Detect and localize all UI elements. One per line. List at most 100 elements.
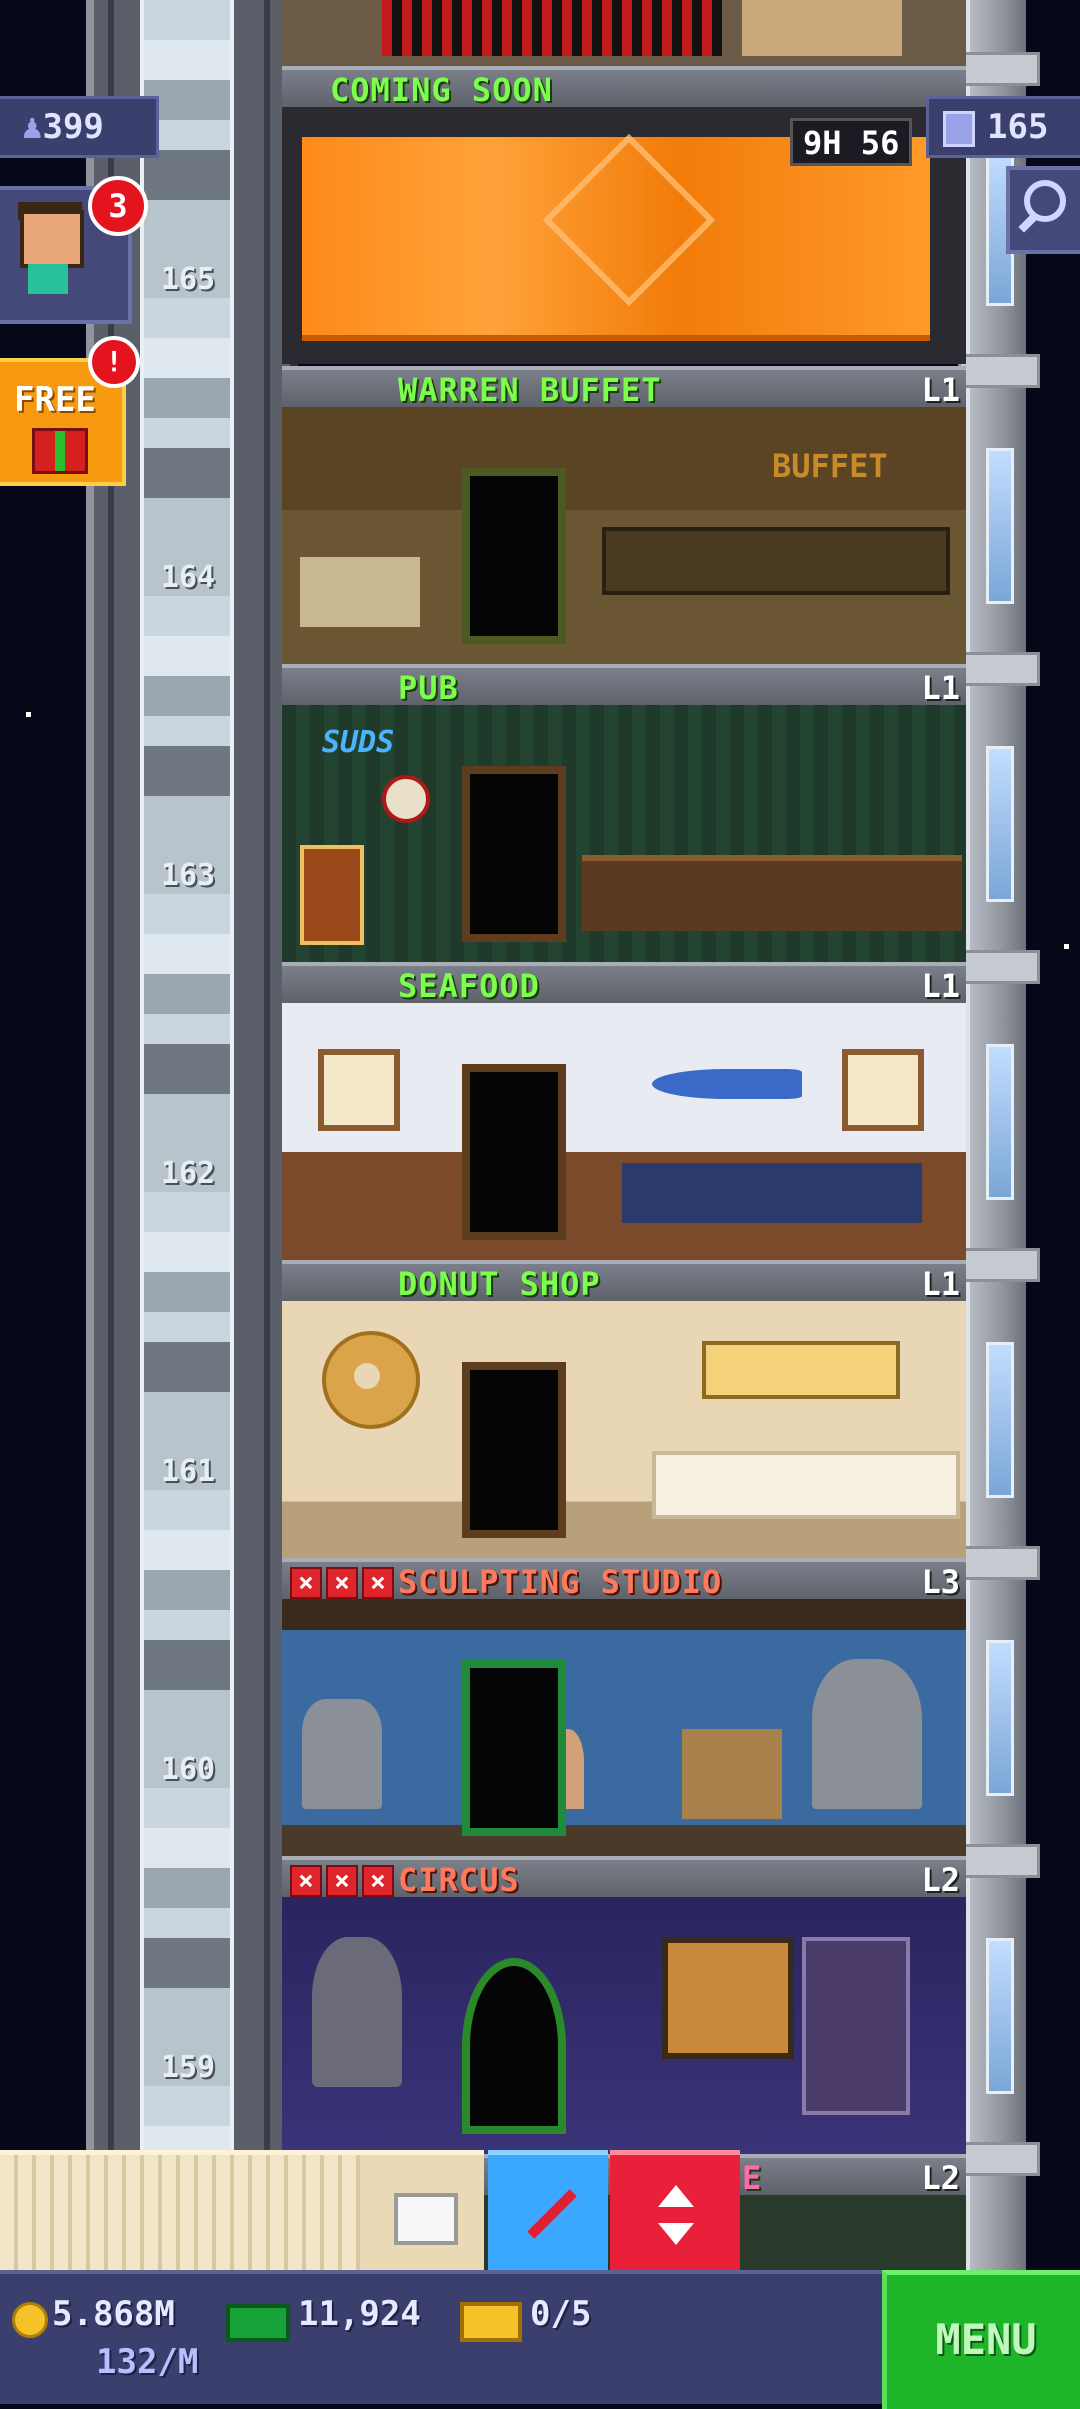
out-of-stock-icon: ×: [362, 1567, 394, 1599]
person-icon: ♟: [22, 107, 43, 147]
room-circus[interactable]: [282, 1897, 966, 2154]
out-of-stock-icon: ×: [362, 1865, 394, 1897]
build-button[interactable]: [488, 2150, 608, 2275]
elephant-statue: [312, 1937, 402, 2087]
down-arrow-icon: [658, 2223, 694, 2245]
floor-construction[interactable]: COMING SOON 9H 56: [282, 66, 966, 366]
ticket-icon: [460, 2302, 522, 2342]
wall-joint: [958, 950, 1040, 984]
marlin-decor: [652, 1069, 802, 1099]
population-counter[interactable]: ♟399: [0, 96, 159, 158]
room-warren-buffet[interactable]: BUFFET: [282, 407, 966, 664]
box-icon: [394, 2193, 458, 2245]
floor-circus[interactable]: × × × CIRCUS L2: [282, 1856, 966, 2154]
shelf: [682, 1729, 782, 1819]
floor-counter[interactable]: 165: [926, 96, 1080, 158]
floor-warren-buffet[interactable]: WARREN BUFFET L1 BUFFET: [282, 366, 966, 664]
decor-pattern: [382, 0, 722, 56]
jukebox: [300, 845, 364, 945]
floor-seafood[interactable]: SEAFOOD L1: [282, 962, 966, 1260]
floor-name: DONUT SHOP: [398, 1265, 601, 1303]
pickaxe-icon: [527, 2189, 577, 2239]
shaft-floor-number: 160: [160, 1752, 216, 1787]
elevator-button[interactable]: [610, 2150, 740, 2275]
room-sculpting-studio[interactable]: [282, 1599, 966, 1856]
construction-banner: [302, 133, 930, 341]
shaft-floor-number: 161: [160, 1454, 216, 1489]
up-arrow-icon: [658, 2185, 694, 2207]
floor-level: L1: [921, 967, 960, 1005]
room-door: [462, 1362, 566, 1538]
stock-warning: × × ×: [290, 1865, 394, 1897]
floor-sign: COMING SOON: [282, 66, 966, 111]
shaft-floor-number: 164: [160, 560, 216, 595]
out-of-stock-icon: ×: [326, 1865, 358, 1897]
room-door: [462, 766, 566, 942]
status-bar: 5.868M 132/M 11,924 0/5 MENU: [0, 2270, 1080, 2409]
star: [26, 712, 31, 717]
wall-window: [986, 746, 1014, 902]
buffet-counter: [602, 527, 950, 595]
tiger-poster: [662, 1937, 794, 2059]
stock-warning: × × ×: [290, 1567, 394, 1599]
menu-button[interactable]: MENU: [882, 2270, 1080, 2409]
income-rate: 132/M: [96, 2342, 199, 2382]
floor-level: L1: [921, 669, 960, 707]
building-icon: [943, 111, 975, 147]
table: [300, 557, 420, 627]
floor-name: COMING SOON: [330, 71, 553, 109]
stock-button[interactable]: [360, 2150, 484, 2275]
bar-counter: [582, 855, 962, 931]
floor-pub[interactable]: PUB L1 SUDS: [282, 664, 966, 962]
shaft-floor-number: 162: [160, 1156, 216, 1191]
floor-sign: DONUT SHOP L1: [282, 1260, 966, 1305]
construction-sign-icon: [542, 133, 716, 307]
statue: [302, 1699, 382, 1809]
magnifier-handle: [1018, 211, 1040, 233]
donut-sign: [322, 1331, 420, 1429]
floor-level: L2: [921, 1861, 960, 1899]
coin-icon: [12, 2302, 48, 2338]
floor-sign: × × × SCULPTING STUDIO L3: [282, 1558, 966, 1603]
floor-count-value: 165: [987, 107, 1049, 147]
floor-sign: WARREN BUFFET L1: [282, 366, 966, 411]
floor-sign: PUB L1: [282, 664, 966, 709]
bottom-toolbar: [0, 2150, 1080, 2275]
search-button[interactable]: [1006, 166, 1080, 254]
tower-right-wall: [958, 0, 1040, 2270]
shaft-rail: [264, 0, 270, 2270]
wall-window: [986, 1640, 1014, 1796]
donut-hole: [354, 1363, 380, 1389]
floor-sculpting-studio[interactable]: × × × SCULPTING STUDIO L3: [282, 1558, 966, 1856]
tickets-value: 0/5: [530, 2294, 592, 2334]
room-seafood[interactable]: [282, 1003, 966, 1260]
floor-sign: SEAFOOD L1: [282, 962, 966, 1007]
wall-joint: [958, 1248, 1040, 1282]
buffet-sign: BUFFET: [772, 447, 888, 485]
floor-level: L3: [921, 1563, 960, 1601]
elevator-track: [140, 0, 234, 2270]
floor-donut-shop[interactable]: DONUT SHOP L1: [282, 1260, 966, 1558]
statue: [812, 1659, 922, 1809]
free-label: FREE: [14, 380, 96, 420]
out-of-stock-icon: ×: [290, 1865, 322, 1897]
build-progress-strip[interactable]: [0, 2150, 360, 2275]
floor-name: CIRCUS: [398, 1861, 520, 1899]
floor-name: SEAFOOD: [398, 967, 540, 1005]
visitor-avatar-icon: [20, 210, 84, 268]
shaft-floor-number: 159: [160, 2050, 216, 2085]
crab-frame: [318, 1049, 400, 1131]
floor-name: WARREN BUFFET: [398, 371, 662, 409]
booth: [802, 1937, 910, 2115]
floor-name: PUB: [398, 669, 459, 707]
room-pub[interactable]: SUDS: [282, 705, 966, 962]
shaft-floor-number: 163: [160, 858, 216, 893]
wall-joint: [958, 52, 1040, 86]
visitor-count-badge: 3: [88, 176, 148, 236]
floor-level: L1: [921, 1265, 960, 1303]
bux-icon: [226, 2304, 290, 2342]
floor-partial-top[interactable]: [282, 0, 966, 66]
wall-joint: [958, 1844, 1040, 1878]
bux-value: 11,924: [298, 2294, 421, 2334]
room-donut-shop[interactable]: [282, 1301, 966, 1558]
